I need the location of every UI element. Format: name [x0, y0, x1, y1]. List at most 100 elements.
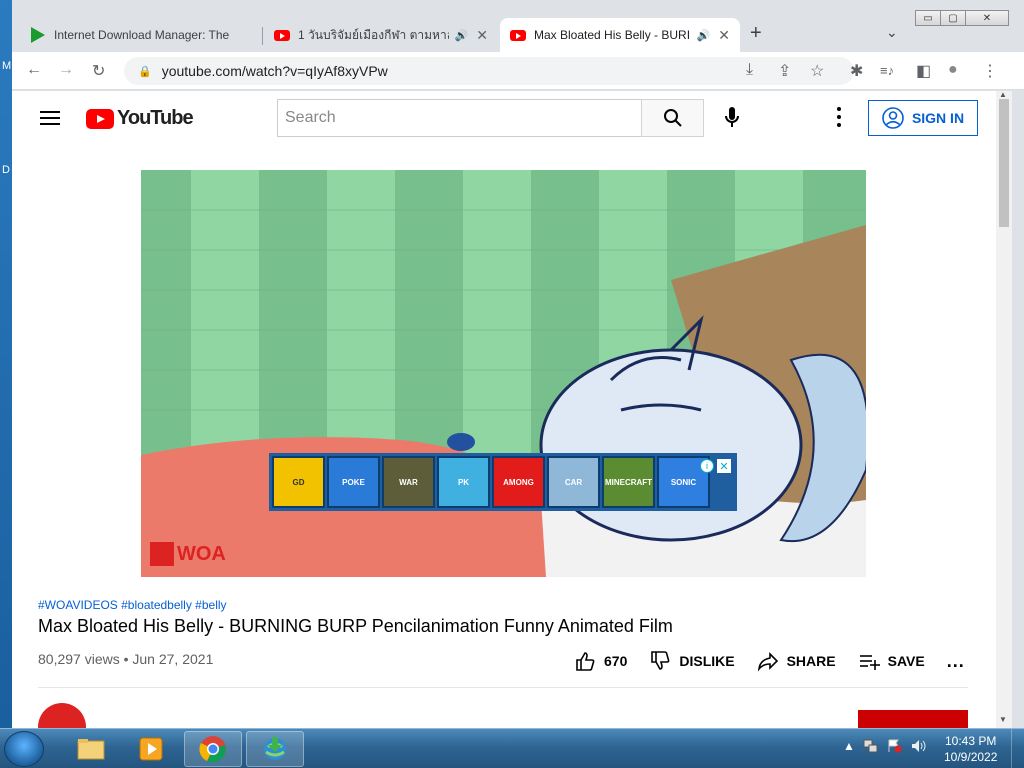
settings-more-icon[interactable]: [837, 107, 841, 127]
video-frame: [141, 170, 866, 577]
youtube-icon: [274, 27, 290, 43]
desktop-icon-label[interactable]: D: [2, 164, 10, 176]
show-desktop-button[interactable]: [1011, 729, 1024, 768]
page-scrollbar[interactable]: ▲ ▼: [996, 90, 1012, 728]
audio-icon[interactable]: 🔊: [455, 29, 469, 42]
minimize-button[interactable]: ▭: [915, 10, 941, 26]
youtube-logo[interactable]: YouTube: [86, 107, 194, 130]
save-label: SAVE: [887, 653, 925, 669]
save-button[interactable]: SAVE: [858, 650, 925, 672]
section-divider: [38, 687, 968, 688]
tab-title: Internet Download Manager: The: [54, 28, 230, 42]
folder-icon: [77, 739, 105, 760]
taskbar-explorer[interactable]: [62, 731, 120, 767]
video-actions: 670 DISLIKE SHARE SAVE ...: [574, 650, 965, 672]
back-icon[interactable]: ←: [26, 61, 42, 79]
ad-info-icon[interactable]: i: [700, 459, 714, 473]
ad-tile[interactable]: MINECRAFT: [602, 456, 655, 508]
close-tab-icon[interactable]: ✕: [718, 27, 730, 44]
tab-search-button[interactable]: ⌄: [886, 24, 898, 41]
maximize-button[interactable]: ▢: [940, 10, 966, 26]
close-tab-icon[interactable]: ✕: [476, 27, 488, 44]
microphone-icon: [725, 107, 739, 127]
extensions-icon[interactable]: ✱: [850, 61, 863, 81]
ad-tile[interactable]: PK: [437, 456, 490, 508]
idm-icon: [30, 27, 46, 43]
profile-icon[interactable]: ●: [948, 61, 958, 79]
volume-icon[interactable]: [911, 739, 927, 753]
tab-thai-video[interactable]: 1 วันบริจัมย์เมืองกีฬา ตามหาลูกชิ้ 🔊 ✕: [264, 18, 498, 52]
reload-icon[interactable]: ↻: [92, 61, 105, 81]
ad-tile[interactable]: POKE: [327, 456, 380, 508]
woa-cube-icon: [150, 542, 174, 566]
share-arrow-icon: [757, 652, 778, 672]
ad-tile[interactable]: CAR: [547, 456, 600, 508]
ad-close-icon[interactable]: ✕: [717, 459, 731, 473]
share-icon[interactable]: ⇪: [778, 61, 791, 81]
new-tab-button[interactable]: +: [750, 22, 762, 45]
search-input[interactable]: Search: [277, 99, 641, 137]
share-label: SHARE: [786, 653, 836, 669]
action-center-flag-icon[interactable]: [887, 739, 903, 753]
subscribe-button[interactable]: [858, 710, 968, 728]
scroll-down-arrow-icon[interactable]: ▼: [999, 715, 1007, 724]
search-button[interactable]: [641, 99, 704, 137]
scroll-thumb[interactable]: [999, 99, 1009, 227]
thumbs-down-icon: [651, 651, 670, 670]
windows-taskbar: ▲ 10:43 PM 10/9/2022: [0, 728, 1024, 768]
tab-max-bloated[interactable]: Max Bloated His Belly - BURI 🔊 ✕: [500, 18, 740, 52]
browser-menu-icon[interactable]: ⋮: [982, 61, 998, 81]
address-bar[interactable]: 🔒 youtube.com/watch?v=qIyAf8xyVPw: [124, 57, 854, 85]
tray-expand-arrow-icon[interactable]: ▲: [843, 739, 855, 753]
sign-in-button[interactable]: SIGN IN: [868, 100, 978, 136]
idm-globe-icon: [264, 737, 286, 760]
video-player[interactable]: GD POKE WAR PK AMONG CAR MINECRAFT SONIC…: [141, 170, 866, 577]
desktop-icon-label[interactable]: M: [2, 60, 11, 72]
network-icon[interactable]: [863, 739, 879, 753]
video-title: Max Bloated His Belly - BURNING BURP Pen…: [38, 616, 673, 636]
menu-icon[interactable]: [40, 111, 60, 125]
taskbar-media-player[interactable]: [122, 731, 180, 767]
ad-tile[interactable]: WAR: [382, 456, 435, 508]
close-window-button[interactable]: ✕: [965, 10, 1009, 26]
more-actions-button[interactable]: ...: [947, 651, 965, 672]
ad-tile[interactable]: AMONG: [492, 456, 545, 508]
forward-icon[interactable]: →: [58, 61, 74, 79]
tab-idm[interactable]: Internet Download Manager: The: [20, 18, 260, 52]
thumbs-up-icon: [576, 652, 595, 671]
clock-time: 10:43 PM: [945, 734, 997, 748]
lock-icon[interactable]: 🔒: [138, 65, 152, 78]
media-control-icon[interactable]: ≡♪: [880, 63, 894, 78]
side-panel-icon[interactable]: ◧: [916, 61, 931, 81]
url-text[interactable]: youtube.com/watch?v=qIyAf8xyVPw: [162, 63, 388, 79]
audio-icon[interactable]: 🔊: [697, 29, 711, 42]
taskbar-idm[interactable]: [246, 731, 304, 767]
install-icon[interactable]: ⤓: [746, 61, 753, 79]
video-meta: 80,297 views • Jun 27, 2021: [38, 651, 214, 667]
playlist-add-icon: [859, 655, 880, 670]
window-controls: ▭ ▢ ✕: [915, 10, 1009, 28]
dislike-button[interactable]: DISLIKE: [649, 650, 735, 672]
like-button[interactable]: 670: [574, 650, 627, 672]
taskbar-chrome[interactable]: [184, 731, 242, 767]
like-count: 670: [604, 653, 628, 669]
channel-avatar[interactable]: [38, 703, 86, 728]
youtube-header: YouTube Search SIGN IN: [12, 91, 996, 147]
bookmark-star-icon[interactable]: ☆: [810, 61, 824, 81]
tab-title: 1 วันบริจัมย์เมืองกีฬา ตามหาลูกชิ้: [298, 27, 449, 42]
desktop-edge: M D: [0, 0, 12, 728]
woa-logo-text: WOA: [177, 542, 226, 565]
woa-watermark: WOA: [150, 542, 226, 566]
clock-date: 10/9/2022: [944, 750, 998, 764]
ad-tile[interactable]: GD: [272, 456, 325, 508]
tab-separator: [262, 27, 263, 45]
share-button[interactable]: SHARE: [757, 650, 836, 672]
hashtags-link[interactable]: #WOAVIDEOS #bloatedbelly #belly: [38, 598, 227, 612]
system-tray: ▲: [843, 739, 927, 753]
scroll-up-arrow-icon[interactable]: ▲: [999, 90, 1007, 99]
start-button[interactable]: [4, 731, 44, 767]
sign-in-label: SIGN IN: [911, 110, 965, 126]
voice-search-button[interactable]: [722, 101, 742, 135]
taskbar-clock[interactable]: 10:43 PM 10/9/2022: [944, 733, 997, 765]
game-ad-banner[interactable]: GD POKE WAR PK AMONG CAR MINECRAFT SONIC: [269, 453, 737, 511]
